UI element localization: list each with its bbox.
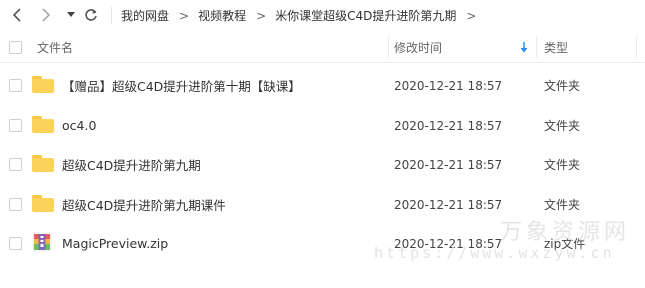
folder-icon xyxy=(32,115,54,133)
refresh-button[interactable] xyxy=(83,6,99,24)
watermark-title: 万象资源网 xyxy=(500,220,631,245)
toolbar-divider xyxy=(111,7,112,24)
breadcrumb-expand-icon[interactable]: > xyxy=(466,9,476,23)
refresh-icon xyxy=(85,9,97,21)
zip-file-icon xyxy=(32,232,54,252)
breadcrumb-separator-icon: > xyxy=(256,8,267,23)
row-checkbox[interactable] xyxy=(9,158,22,171)
file-row[interactable]: 【赠品】超级C4D提升进阶第十期【缺课】 2020-12-21 18:57 文件… xyxy=(0,66,645,105)
select-all-checkbox[interactable] xyxy=(9,41,22,54)
watermark-url: https://www.wxzyw.cn xyxy=(374,244,615,262)
chevron-left-icon xyxy=(12,8,21,22)
row-checkbox[interactable] xyxy=(9,79,22,92)
file-name[interactable]: oc4.0 xyxy=(62,106,96,145)
file-modified: 2020-12-21 18:57 xyxy=(394,157,503,172)
row-checkbox[interactable] xyxy=(9,119,22,132)
column-header-type[interactable]: 类型 xyxy=(544,31,568,63)
file-type: 文件夹 xyxy=(544,158,581,172)
back-button[interactable] xyxy=(9,6,25,24)
navigation-toolbar: 我的网盘 > 视频教程 > 米你课堂超级C4D提升进阶第九期 > xyxy=(0,0,645,31)
file-list-header: 文件名 修改时间 类型 xyxy=(0,31,645,63)
breadcrumb: 我的网盘 > 视频教程 > 米你课堂超级C4D提升进阶第九期 > xyxy=(121,0,485,31)
file-name[interactable]: MagicPreview.zip xyxy=(62,224,168,263)
breadcrumb-separator-icon: > xyxy=(179,8,190,23)
sort-descending-icon[interactable] xyxy=(520,31,528,63)
file-row[interactable]: oc4.0 2020-12-21 18:57 文件夹 xyxy=(0,106,645,145)
column-divider xyxy=(536,36,537,58)
forward-button[interactable] xyxy=(38,6,54,24)
file-modified: 2020-12-21 18:57 xyxy=(394,118,503,133)
row-checkbox[interactable] xyxy=(9,237,22,250)
history-dropdown-button[interactable] xyxy=(63,6,79,24)
caret-down-icon xyxy=(67,12,75,17)
folder-icon xyxy=(32,75,54,93)
file-name[interactable]: 【赠品】超级C4D提升进阶第十期【缺课】 xyxy=(62,66,301,105)
folder-icon xyxy=(32,154,54,172)
breadcrumb-item-current-folder[interactable]: 米你课堂超级C4D提升进阶第九期 xyxy=(275,7,456,24)
file-name[interactable]: 超级C4D提升进阶第九期 xyxy=(62,145,201,184)
column-header-name[interactable]: 文件名 xyxy=(37,31,73,63)
column-divider xyxy=(636,36,637,58)
file-modified: 2020-12-21 18:57 xyxy=(394,78,503,93)
column-header-modified[interactable]: 修改时间 xyxy=(394,31,442,63)
file-type: 文件夹 xyxy=(544,79,581,93)
row-checkbox[interactable] xyxy=(9,198,22,211)
breadcrumb-item-video-tutorials[interactable]: 视频教程 xyxy=(198,7,246,24)
file-type: 文件夹 xyxy=(544,119,581,133)
chevron-right-icon xyxy=(42,8,51,22)
file-name[interactable]: 超级C4D提升进阶第九期课件 xyxy=(62,185,226,224)
file-row[interactable]: 超级C4D提升进阶第九期 2020-12-21 18:57 文件夹 xyxy=(0,145,645,184)
breadcrumb-item-my-drive[interactable]: 我的网盘 xyxy=(121,7,169,24)
file-modified: 2020-12-21 18:57 xyxy=(394,197,503,212)
column-divider xyxy=(388,36,389,58)
folder-icon xyxy=(32,194,54,212)
